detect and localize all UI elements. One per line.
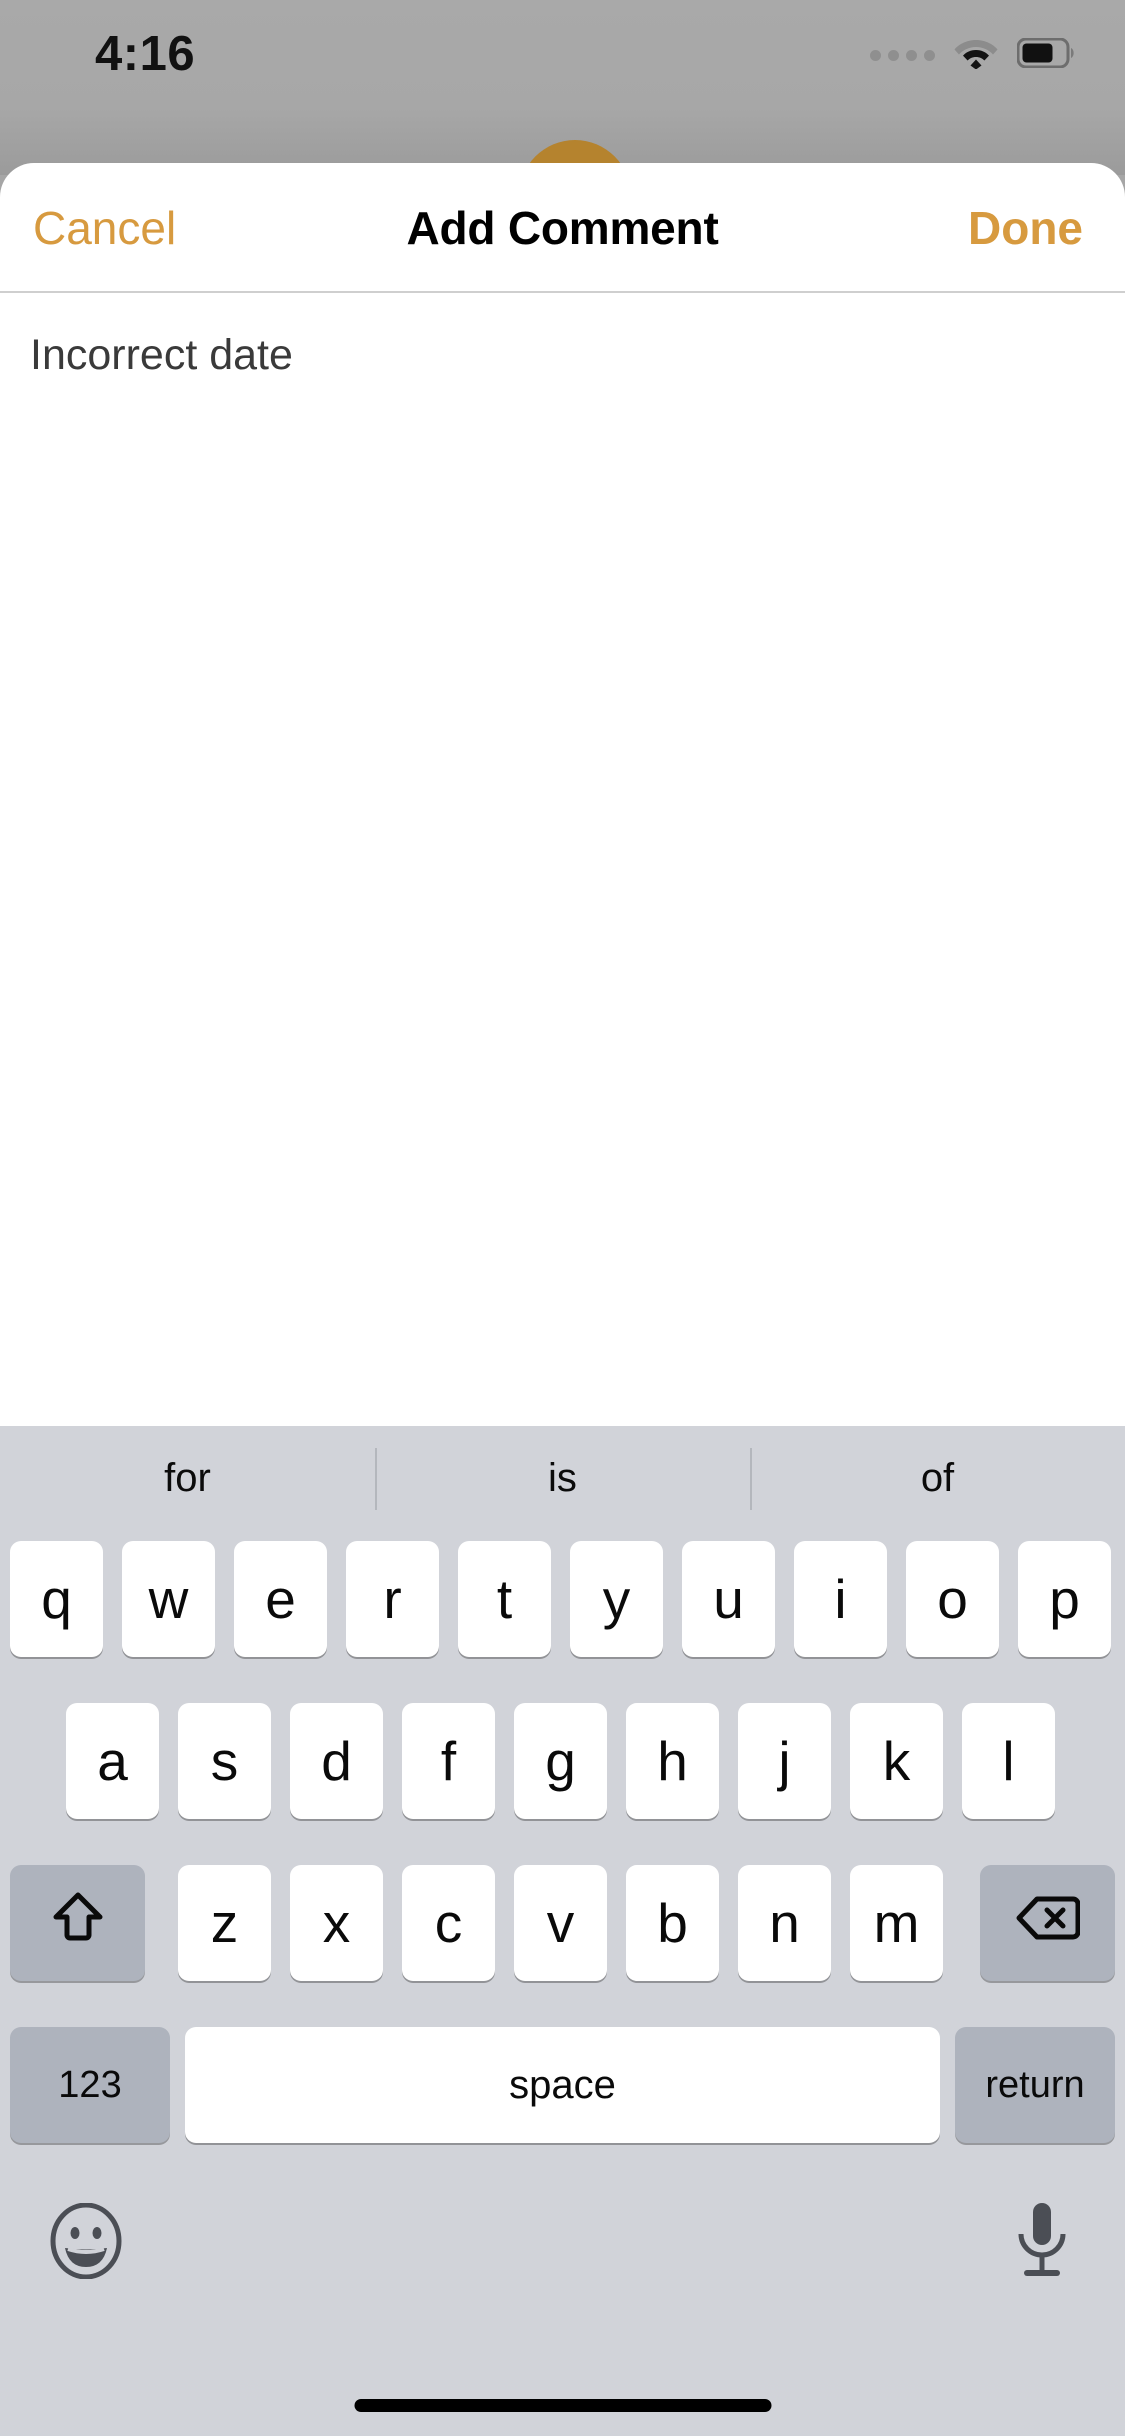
key-q[interactable]: q (10, 1541, 103, 1657)
key-p[interactable]: p (1018, 1541, 1111, 1657)
key-h[interactable]: h (626, 1703, 719, 1819)
key-u[interactable]: u (682, 1541, 775, 1657)
numeric-key[interactable]: 123 (10, 2027, 170, 2143)
sheet-navbar: Cancel Add Comment Done (0, 163, 1125, 293)
key-o[interactable]: o (906, 1541, 999, 1657)
key-n[interactable]: n (738, 1865, 831, 1981)
key-b[interactable]: b (626, 1865, 719, 1981)
key-l[interactable]: l (962, 1703, 1055, 1819)
shift-key[interactable] (10, 1865, 145, 1981)
phone-screen: 4:16 Cancel Add Comment Done Incorrect d… (0, 0, 1125, 2436)
keyboard-row-1: q w e r t y u i o p (0, 1541, 1125, 1703)
key-j[interactable]: j (738, 1703, 831, 1819)
keyboard-row-2: a s d f g h j k l (0, 1703, 1125, 1865)
key-g[interactable]: g (514, 1703, 607, 1819)
status-indicators (870, 36, 1077, 74)
key-r[interactable]: r (346, 1541, 439, 1657)
backspace-icon (1016, 1891, 1080, 1955)
key-k[interactable]: k (850, 1703, 943, 1819)
key-w[interactable]: w (122, 1541, 215, 1657)
space-key[interactable]: space (185, 2027, 940, 2143)
suggestion-item[interactable]: of (750, 1426, 1125, 1531)
key-c[interactable]: c (402, 1865, 495, 1981)
comment-input[interactable]: Incorrect date (30, 329, 1095, 383)
emoji-smiley-icon[interactable] (48, 2202, 124, 2280)
shift-arrow-icon (53, 1891, 103, 1956)
delete-key[interactable] (980, 1865, 1115, 1981)
done-button[interactable]: Done (968, 163, 1083, 293)
battery-icon (1016, 37, 1077, 73)
comment-input-area[interactable]: Incorrect date (0, 293, 1125, 1424)
keyboard-row-3: z x c v b n m (0, 1865, 1125, 2027)
key-m[interactable]: m (850, 1865, 943, 1981)
page-title: Add Comment (406, 202, 719, 254)
status-bar: 4:16 (0, 0, 1125, 100)
key-f[interactable]: f (402, 1703, 495, 1819)
key-z[interactable]: z (178, 1865, 271, 1981)
key-t[interactable]: t (458, 1541, 551, 1657)
keyboard: for is of q w e r t y u i o p a s d f g … (0, 1426, 1125, 2436)
wifi-icon (954, 36, 998, 74)
key-e[interactable]: e (234, 1541, 327, 1657)
return-key[interactable]: return (955, 2027, 1115, 2143)
key-d[interactable]: d (290, 1703, 383, 1819)
key-y[interactable]: y (570, 1541, 663, 1657)
signal-dots-icon (870, 49, 935, 61)
key-v[interactable]: v (514, 1865, 607, 1981)
suggestion-item[interactable]: is (375, 1426, 750, 1531)
key-a[interactable]: a (66, 1703, 159, 1819)
key-i[interactable]: i (794, 1541, 887, 1657)
key-s[interactable]: s (178, 1703, 271, 1819)
status-time: 4:16 (95, 27, 196, 81)
keyboard-row-4: 123 space return (0, 2027, 1125, 2189)
key-x[interactable]: x (290, 1865, 383, 1981)
suggestion-item[interactable]: for (0, 1426, 375, 1531)
add-comment-sheet: Cancel Add Comment Done Incorrect date (0, 163, 1125, 1426)
microphone-icon[interactable] (1011, 2201, 1073, 2283)
keyboard-bottom-bar (0, 2189, 1125, 2349)
predictive-suggestion-bar: for is of (0, 1426, 1125, 1531)
home-indicator[interactable] (354, 2399, 771, 2412)
